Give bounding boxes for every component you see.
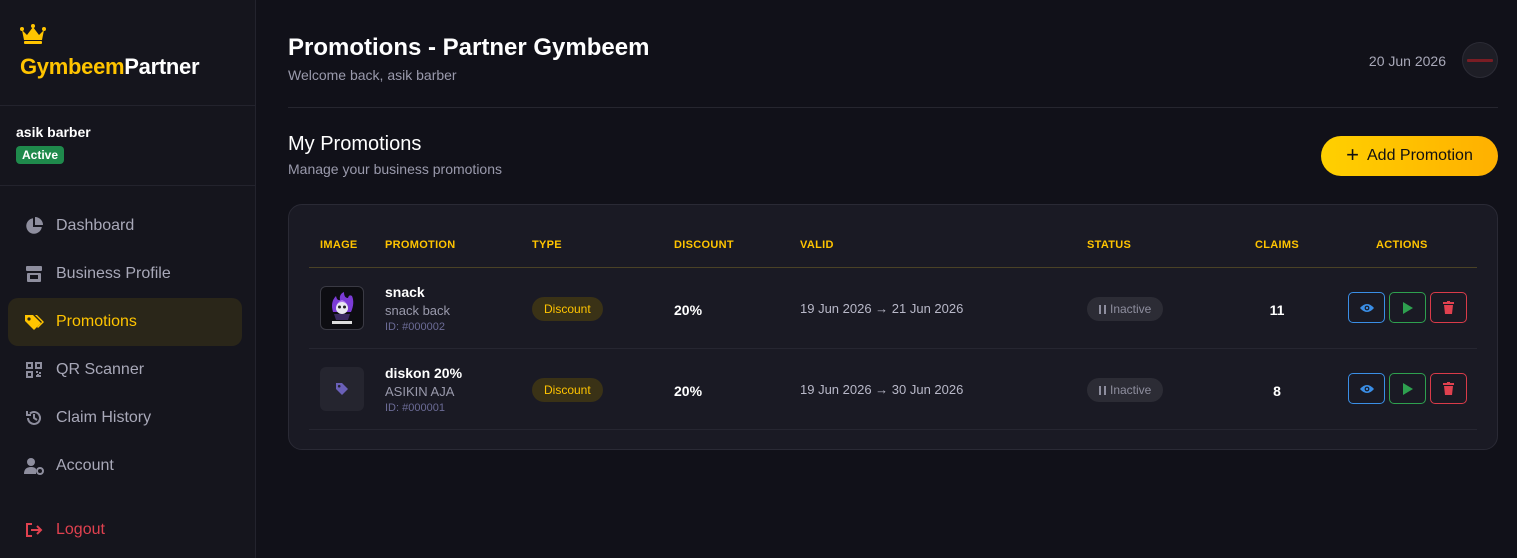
section-subtitle: Manage your business promotions	[288, 161, 503, 177]
pie-chart-icon	[24, 216, 44, 236]
sidebar-item-business-profile[interactable]: Business Profile	[8, 250, 242, 298]
sidebar-item-promotions[interactable]: Promotions	[8, 298, 242, 346]
status-badge: Inactive	[1087, 297, 1164, 321]
sidebar-item-dashboard[interactable]: Dashboard	[8, 202, 242, 250]
status-badge: Active	[16, 146, 65, 164]
trash-icon	[1443, 301, 1454, 314]
eye-icon	[1359, 303, 1374, 312]
sidebar-item-account[interactable]: Account	[8, 442, 242, 490]
sidebar-item-label: Account	[56, 457, 114, 474]
brand: GymbeemPartner	[0, 0, 255, 106]
delete-button[interactable]	[1430, 292, 1467, 323]
promotion-id: ID: #000001	[385, 402, 445, 414]
row-actions	[1348, 373, 1467, 404]
user-gear-icon	[24, 456, 44, 476]
user-box: asik barber Active	[0, 106, 255, 186]
promotions-table: IMAGE PROMOTION TYPE DISCOUNT VALID STAT…	[288, 204, 1498, 450]
page-header: Promotions - Partner Gymbeem Welcome bac…	[288, 0, 1498, 108]
main-content: Promotions - Partner Gymbeem Welcome bac…	[288, 0, 1498, 450]
eye-icon	[1359, 384, 1374, 393]
tag-icon	[336, 383, 348, 395]
promotion-title: snack	[385, 284, 425, 300]
promotion-description: snack back	[385, 303, 451, 318]
brand-name-part2: Partner	[124, 54, 200, 79]
history-icon	[24, 408, 44, 428]
sidebar-item-label: Promotions	[56, 313, 137, 330]
logout-label: Logout	[56, 521, 105, 538]
row-actions	[1348, 292, 1467, 323]
column-header-actions: ACTIONS	[1376, 239, 1428, 251]
claims-count: 8	[1273, 383, 1281, 399]
store-icon	[24, 264, 44, 284]
section-title: My Promotions	[288, 133, 422, 155]
activate-button[interactable]	[1389, 373, 1426, 404]
brand-name[interactable]: GymbeemPartner	[20, 54, 255, 80]
sidebar-item-claim-history[interactable]: Claim History	[8, 394, 242, 442]
logout-icon	[24, 520, 44, 540]
claims-count: 11	[1269, 302, 1285, 318]
promotion-title: diskon 20%	[385, 365, 463, 381]
table-row: diskon 20% ASIKIN AJA ID: #000001 Discou…	[309, 349, 1477, 430]
column-header-status: STATUS	[1087, 239, 1132, 251]
delete-button[interactable]	[1430, 373, 1467, 404]
qr-code-icon	[24, 360, 44, 380]
valid-range: 19 Jun 2026 → 30 Jun 2026	[800, 382, 964, 397]
tags-icon	[24, 312, 44, 332]
column-header-promotion: PROMOTION	[385, 239, 456, 251]
column-header-valid: VALID	[800, 239, 834, 251]
user-name: asik barber	[16, 124, 91, 140]
type-badge: Discount	[532, 378, 603, 402]
brand-name-part1: Gymbeem	[20, 54, 125, 79]
status-label: Inactive	[1110, 302, 1152, 316]
type-badge: Discount	[532, 297, 603, 321]
discount-value: 20%	[674, 383, 703, 399]
trash-icon	[1443, 382, 1454, 395]
column-header-claims: CLAIMS	[1255, 239, 1299, 251]
play-icon	[1402, 382, 1413, 395]
column-header-image: IMAGE	[320, 239, 358, 251]
add-promotion-label: Add Promotion	[1367, 147, 1473, 164]
valid-range: 19 Jun 2026 → 21 Jun 2026	[800, 301, 964, 316]
sidebar-item-qr-scanner[interactable]: QR Scanner	[8, 346, 242, 394]
promotion-id: ID: #000002	[385, 321, 445, 333]
status-badge: Inactive	[1087, 378, 1164, 402]
sidebar-item-label: Business Profile	[56, 265, 171, 282]
sidebar-item-label: Claim History	[56, 409, 152, 426]
column-header-discount: DISCOUNT	[674, 239, 734, 251]
discount-value: 20%	[674, 302, 703, 318]
sidebar-item-label: Dashboard	[56, 217, 135, 234]
promotion-description: ASIKIN AJA	[385, 384, 455, 399]
plus-icon: +	[1346, 142, 1359, 167]
pause-icon	[1099, 385, 1106, 395]
promotion-image-placeholder	[320, 367, 364, 411]
sidebar-nav: Dashboard Business Profile Promotions QR…	[0, 186, 255, 554]
status-label: Inactive	[1110, 383, 1152, 397]
table-header: IMAGE PROMOTION TYPE DISCOUNT VALID STAT…	[309, 205, 1477, 268]
activate-button[interactable]	[1389, 292, 1426, 323]
page-subtitle: Welcome back, asik barber	[288, 67, 457, 83]
add-promotion-button[interactable]: + Add Promotion	[1321, 136, 1498, 176]
column-header-type: TYPE	[532, 239, 562, 251]
view-button[interactable]	[1348, 292, 1385, 323]
view-button[interactable]	[1348, 373, 1385, 404]
play-icon	[1402, 301, 1413, 314]
sidebar: GymbeemPartner asik barber Active Dashbo…	[0, 0, 256, 558]
crown-icon	[20, 24, 46, 44]
logout-button[interactable]: Logout	[8, 506, 242, 554]
sidebar-item-label: QR Scanner	[56, 361, 145, 378]
promotion-image	[320, 286, 364, 330]
table-row: snack snack back ID: #000002 Discount 20…	[309, 268, 1477, 349]
page-title: Promotions - Partner Gymbeem	[288, 34, 650, 61]
avatar[interactable]	[1462, 42, 1498, 78]
current-date: 20 Jun 2026	[1368, 53, 1446, 69]
pause-icon	[1099, 304, 1106, 314]
